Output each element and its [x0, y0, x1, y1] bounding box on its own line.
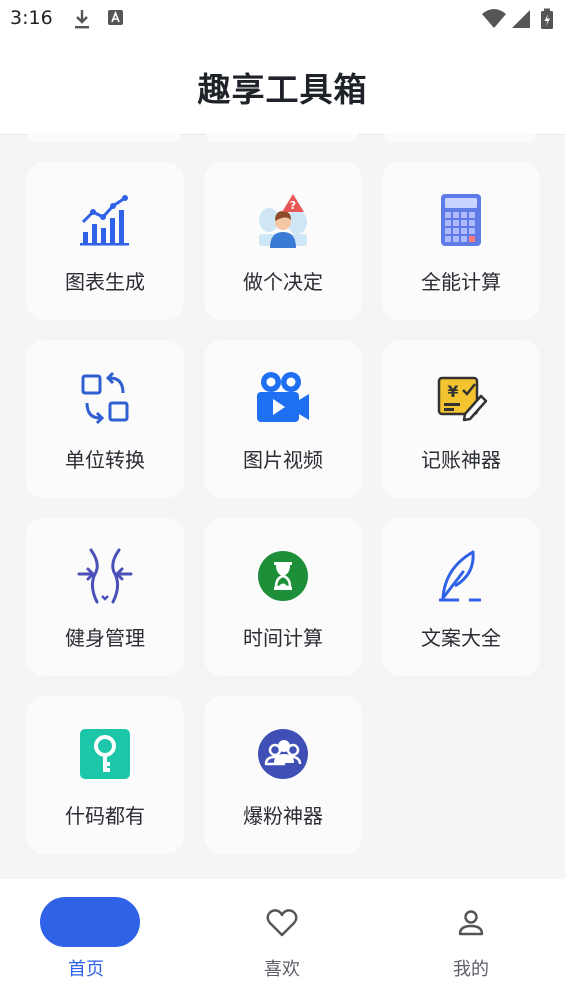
key-icon: [80, 729, 130, 779]
tab-label: 喜欢: [264, 959, 300, 980]
signal-icon: [512, 10, 530, 28]
convert-icon: [81, 371, 129, 425]
tool-label: 做个决定: [243, 270, 323, 294]
tool-label: 记账神器: [421, 448, 501, 472]
scrolled-card-edge: [206, 134, 358, 142]
svg-text:?: ?: [290, 199, 296, 212]
tool-label: 图片视频: [243, 448, 323, 472]
tool-card-codes[interactable]: 什码都有: [26, 696, 184, 854]
users-icon: [258, 729, 308, 779]
video-camera-icon: [257, 372, 309, 422]
tool-label: 时间计算: [243, 626, 323, 650]
tool-card-bill[interactable]: ¥ 记账神器: [382, 340, 540, 498]
tool-card-media[interactable]: 图片视频: [204, 340, 362, 498]
tab-label: 我的: [453, 959, 489, 980]
app-header: 趣享工具箱: [0, 38, 565, 135]
status-bar: 3:16: [0, 0, 565, 38]
tab-label: 首页: [68, 959, 104, 980]
tool-card-calculator[interactable]: 全能计算: [382, 162, 540, 320]
feather-icon: [439, 550, 481, 602]
tool-card-fitness[interactable]: 健身管理: [26, 518, 184, 676]
tab-favorites[interactable]: 喜欢: [188, 879, 376, 1004]
notification-app-icon: [108, 10, 123, 25]
tool-label: 图表生成: [65, 270, 145, 294]
bill-icon: ¥: [437, 376, 488, 422]
wifi-icon: [482, 9, 506, 28]
calculator-icon: [441, 194, 481, 246]
tool-card-time[interactable]: 时间计算: [204, 518, 362, 676]
svg-text:¥: ¥: [447, 382, 458, 401]
tool-label: 文案大全: [421, 626, 501, 650]
tool-label: 全能计算: [421, 270, 501, 294]
scrolled-card-edge: [28, 134, 180, 142]
bottom-tab-bar: 首页 喜欢 我的: [0, 879, 565, 1004]
scrolled-card-edge: [384, 134, 536, 142]
tool-card-decision[interactable]: ? 做个决定: [204, 162, 362, 320]
heart-icon: [266, 909, 298, 937]
decision-icon: ?: [259, 194, 307, 248]
battery-charging-icon: [541, 8, 553, 29]
profile-icon: [458, 910, 484, 936]
tool-label: 健身管理: [65, 626, 145, 650]
body-icon: [77, 548, 133, 604]
status-time: 3:16: [10, 7, 53, 29]
tab-profile[interactable]: 我的: [377, 879, 565, 1004]
tool-card-chart[interactable]: 图表生成: [26, 162, 184, 320]
download-icon: [75, 10, 89, 29]
tool-card-convert[interactable]: 单位转换: [26, 340, 184, 498]
tab-home[interactable]: 首页: [0, 879, 188, 1004]
tool-card-followers[interactable]: 爆粉神器: [204, 696, 362, 854]
tool-label: 什码都有: [65, 804, 145, 828]
tool-card-copywriting[interactable]: 文案大全: [382, 518, 540, 676]
tool-label: 单位转换: [65, 448, 145, 472]
tool-label: 爆粉神器: [243, 804, 323, 828]
page-title: 趣享工具箱: [197, 70, 368, 109]
home-icon: [40, 897, 140, 947]
hourglass-icon: [258, 551, 308, 601]
chart-icon: [80, 195, 129, 246]
